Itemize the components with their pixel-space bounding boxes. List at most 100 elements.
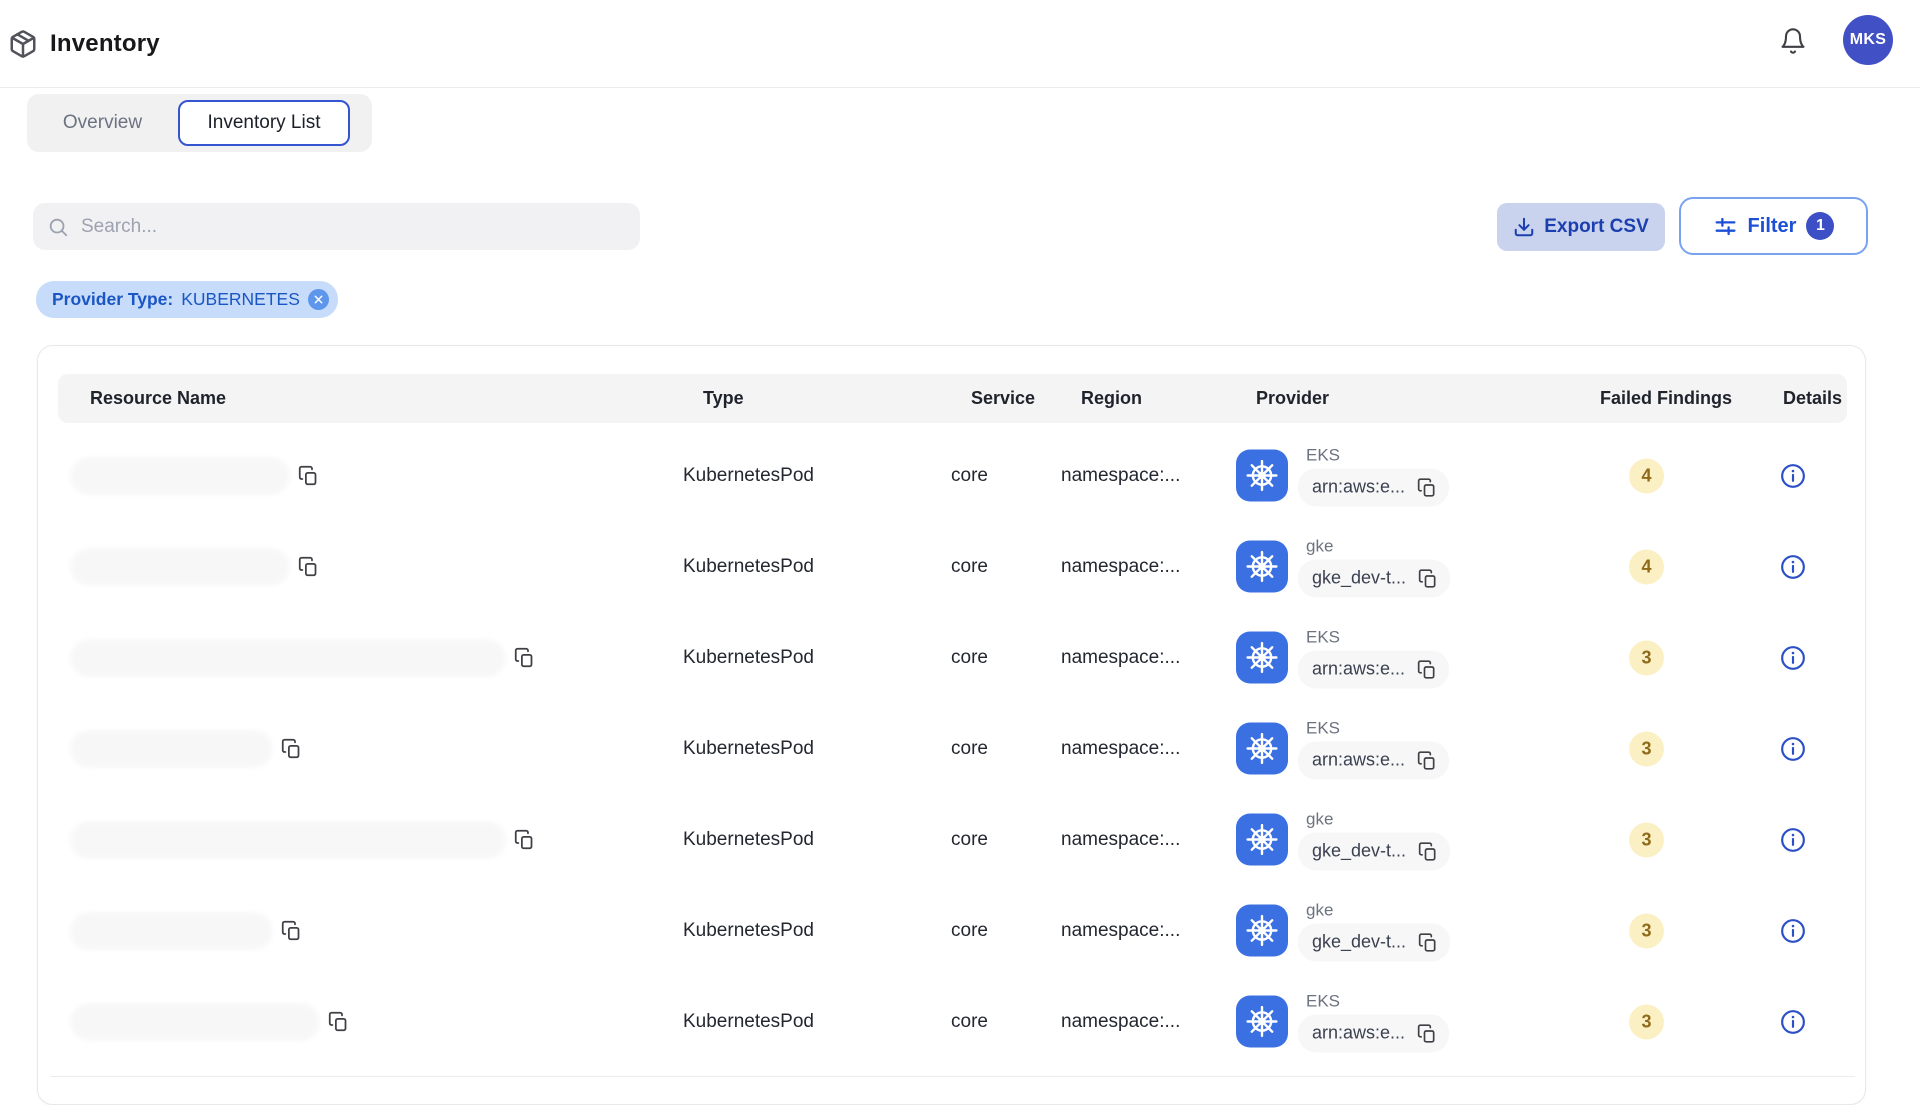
column-header-resource-name: Resource Name <box>90 374 226 423</box>
table-row: KubernetesPod core namespace:... EKS <box>38 703 1866 794</box>
details-info-button[interactable] <box>1775 731 1811 767</box>
package-icon <box>8 29 38 59</box>
cell-service: core <box>951 647 988 669</box>
avatar[interactable]: MKS <box>1843 15 1893 65</box>
inventory-table-card: Resource Name Type Service Region Provid… <box>37 345 1866 1105</box>
filter-chip-provider-type: Provider Type: KUBERNETES <box>36 281 338 318</box>
details-info-button[interactable] <box>1775 822 1811 858</box>
provider-id-pill: arn:aws:e... <box>1298 468 1449 506</box>
provider-id: gke_dev-t... <box>1312 568 1406 589</box>
cell-region: namespace:... <box>1061 1011 1180 1033</box>
provider-kind: gke <box>1306 900 1450 920</box>
tab-inventory-list[interactable]: Inventory List <box>178 100 350 146</box>
redacted-resource-name <box>70 1003 320 1041</box>
export-csv-label: Export CSV <box>1544 216 1649 238</box>
kubernetes-icon <box>1236 814 1288 866</box>
column-header-failed-findings: Failed Findings <box>1600 374 1732 423</box>
notifications-button[interactable] <box>1773 21 1813 61</box>
provider-kind: EKS <box>1306 445 1449 465</box>
provider-kind: EKS <box>1306 718 1449 738</box>
redacted-resource-name <box>70 912 273 950</box>
copy-resource-name-button[interactable] <box>273 913 309 949</box>
copy-provider-id-button[interactable] <box>1417 477 1437 497</box>
cell-region: namespace:... <box>1061 556 1180 578</box>
redacted-resource-name <box>70 548 290 586</box>
copy-provider-id-button[interactable] <box>1417 1023 1437 1043</box>
redacted-resource-name <box>70 639 506 677</box>
cell-type: KubernetesPod <box>683 465 814 487</box>
failed-findings-badge: 3 <box>1629 640 1664 675</box>
kubernetes-icon <box>1236 632 1288 684</box>
failed-findings-badge: 3 <box>1629 1004 1664 1039</box>
search-input[interactable] <box>79 215 626 239</box>
brand: Inventory <box>8 0 160 88</box>
copy-resource-name-button[interactable] <box>506 640 542 676</box>
row-divider <box>50 1076 1855 1077</box>
redacted-resource-name <box>70 457 290 495</box>
table-row: KubernetesPod core namespace:... gke <box>38 885 1866 976</box>
bell-icon <box>1779 27 1807 55</box>
cell-provider: EKS arn:aws:e... <box>1236 445 1449 506</box>
table-row: KubernetesPod core namespace:... gke <box>38 521 1866 612</box>
sliders-icon <box>1713 214 1738 239</box>
provider-id-pill: gke_dev-t... <box>1298 832 1450 870</box>
filter-count-badge: 1 <box>1806 212 1834 240</box>
redacted-resource-name <box>70 821 506 859</box>
copy-resource-name-button[interactable] <box>320 1004 356 1040</box>
copy-resource-name-button[interactable] <box>506 822 542 858</box>
provider-id: gke_dev-t... <box>1312 841 1406 862</box>
kubernetes-icon <box>1236 905 1288 957</box>
provider-id: arn:aws:e... <box>1312 659 1405 680</box>
filter-chip-value: KUBERNETES <box>181 289 300 310</box>
cell-provider: gke gke_dev-t... <box>1236 900 1450 961</box>
provider-id: arn:aws:e... <box>1312 750 1405 771</box>
copy-provider-id-button[interactable] <box>1417 750 1437 770</box>
column-header-provider: Provider <box>1256 374 1329 423</box>
search-icon <box>47 216 69 238</box>
cell-type: KubernetesPod <box>683 738 814 760</box>
details-info-button[interactable] <box>1775 458 1811 494</box>
remove-filter-button[interactable] <box>308 289 329 310</box>
table-body: KubernetesPod core namespace:... EKS <box>38 430 1866 1067</box>
cell-service: core <box>951 829 988 851</box>
cell-type: KubernetesPod <box>683 647 814 669</box>
tab-overview-label: Overview <box>63 112 142 134</box>
provider-id-pill: gke_dev-t... <box>1298 923 1450 961</box>
provider-id: arn:aws:e... <box>1312 477 1405 498</box>
filter-chip-label: Provider Type: <box>52 289 173 310</box>
cell-region: namespace:... <box>1061 738 1180 760</box>
cell-provider: EKS arn:aws:e... <box>1236 991 1449 1052</box>
details-info-button[interactable] <box>1775 913 1811 949</box>
provider-kind: gke <box>1306 536 1450 556</box>
details-info-button[interactable] <box>1775 640 1811 676</box>
copy-resource-name-button[interactable] <box>273 731 309 767</box>
export-csv-button[interactable]: Export CSV <box>1497 203 1665 251</box>
provider-kind: EKS <box>1306 627 1449 647</box>
cell-type: KubernetesPod <box>683 1011 814 1033</box>
tab-overview[interactable]: Overview <box>27 100 178 146</box>
tab-bar: Overview Inventory List <box>27 94 372 152</box>
cell-service: core <box>951 920 988 942</box>
failed-findings-badge: 3 <box>1629 822 1664 857</box>
copy-provider-id-button[interactable] <box>1417 659 1437 679</box>
cell-type: KubernetesPod <box>683 829 814 851</box>
kubernetes-icon <box>1236 723 1288 775</box>
details-info-button[interactable] <box>1775 1004 1811 1040</box>
table-row: KubernetesPod core namespace:... gke <box>38 794 1866 885</box>
details-info-button[interactable] <box>1775 549 1811 585</box>
cell-type: KubernetesPod <box>683 920 814 942</box>
page-title: Inventory <box>50 30 160 58</box>
cell-provider: EKS arn:aws:e... <box>1236 718 1449 779</box>
column-header-type: Type <box>703 374 744 423</box>
cell-provider: gke gke_dev-t... <box>1236 536 1450 597</box>
filter-button[interactable]: Filter 1 <box>1679 197 1868 255</box>
copy-resource-name-button[interactable] <box>290 458 326 494</box>
copy-provider-id-button[interactable] <box>1418 568 1438 588</box>
cell-service: core <box>951 1011 988 1033</box>
copy-provider-id-button[interactable] <box>1418 932 1438 952</box>
search-box <box>33 203 640 250</box>
copy-provider-id-button[interactable] <box>1418 841 1438 861</box>
copy-resource-name-button[interactable] <box>290 549 326 585</box>
cell-provider: EKS arn:aws:e... <box>1236 627 1449 688</box>
provider-kind: gke <box>1306 809 1450 829</box>
